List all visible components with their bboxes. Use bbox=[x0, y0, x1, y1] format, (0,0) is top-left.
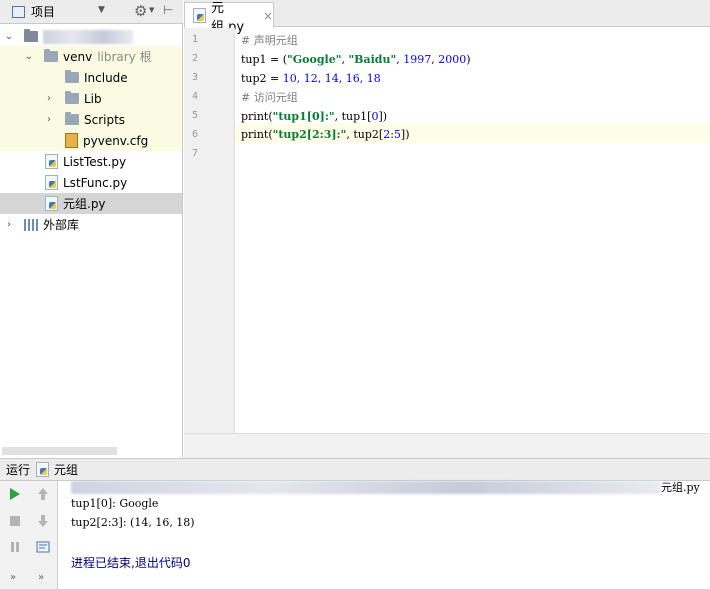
project-view-icon[interactable] bbox=[12, 5, 25, 18]
python-file-icon bbox=[45, 196, 58, 211]
tree-item-lstfunc[interactable]: LstFunc.py bbox=[0, 172, 182, 193]
tree-item-pyvenv[interactable]: pyvenv.cfg bbox=[0, 130, 182, 151]
line-number: 7 bbox=[191, 148, 198, 159]
line-number: 3 bbox=[191, 72, 198, 83]
ide-window: 项目 ▼ ⚙ ▼ ⊢ ⌄ ⌄ venv library 根 Include › … bbox=[0, 0, 710, 589]
code-line-5: print("tup1[0]:", tup1[0]) bbox=[241, 110, 388, 123]
exit-message: 进程已结束,退出代码0 bbox=[71, 556, 191, 570]
scroll-down-icon[interactable] bbox=[35, 513, 51, 529]
run-config-name[interactable]: 元组 bbox=[54, 461, 78, 478]
soft-wrap-icon[interactable] bbox=[35, 539, 51, 555]
tree-item-external-libs[interactable]: › 外部库 bbox=[0, 214, 182, 235]
library-root-hint: library 根 bbox=[97, 50, 152, 64]
python-file-icon bbox=[45, 154, 58, 169]
project-panel-title[interactable]: 项目 bbox=[31, 3, 55, 20]
gear-icon[interactable]: ⚙ bbox=[134, 2, 147, 20]
tree-item-include[interactable]: Include bbox=[0, 67, 182, 88]
code-line-2: tup1 = ("Google", "Baidu", 1997, 2000) bbox=[241, 53, 471, 66]
chevron-right-icon[interactable]: › bbox=[44, 93, 54, 104]
config-file-icon bbox=[65, 133, 78, 148]
tree-item-label: LstFunc.py bbox=[63, 175, 128, 190]
command-tail: 元组.py bbox=[661, 481, 700, 494]
folder-icon bbox=[24, 29, 38, 42]
project-panel: 项目 ▼ ⚙ ▼ ⊢ ⌄ ⌄ venv library 根 Include › … bbox=[0, 0, 183, 458]
python-config-icon bbox=[36, 462, 50, 477]
scroll-up-icon[interactable] bbox=[35, 486, 51, 502]
chevron-right-icon[interactable]: › bbox=[4, 219, 14, 230]
code-editor[interactable]: # 声明元组 tup1 = ("Google", "Baidu", 1997, … bbox=[235, 28, 710, 433]
line-number: 4 bbox=[191, 91, 198, 102]
code-line-1: # 声明元组 bbox=[241, 34, 298, 47]
collapse-panel-icon[interactable]: ⊢ bbox=[163, 3, 173, 17]
tree-item-label: Include bbox=[84, 70, 128, 85]
folder-icon bbox=[65, 91, 79, 104]
project-panel-header: 项目 ▼ ⚙ ▼ ⊢ bbox=[0, 0, 183, 24]
code-line-6: print("tup2[2:3]:", tup2[2:5]) bbox=[241, 128, 410, 141]
expand-right-icon[interactable]: » bbox=[38, 572, 44, 583]
tree-item-label: 外部库 bbox=[43, 218, 80, 232]
tab-tuple-py[interactable]: 元组.py × bbox=[184, 1, 274, 35]
line-number: 6 bbox=[191, 129, 198, 140]
run-toolbar: » » bbox=[0, 481, 58, 589]
tree-root[interactable]: ⌄ bbox=[0, 26, 182, 47]
stop-icon[interactable] bbox=[7, 513, 23, 529]
chevron-right-icon[interactable]: › bbox=[44, 114, 54, 125]
python-file-icon bbox=[45, 175, 58, 190]
code-line-4: # 访问元组 bbox=[241, 91, 298, 104]
python-file-icon bbox=[193, 8, 206, 23]
tree-item-label: venv bbox=[63, 49, 93, 64]
tree-item-lib[interactable]: › Lib bbox=[0, 88, 182, 109]
output-line-1: tup1[0]: Google bbox=[71, 497, 159, 510]
pause-icon[interactable] bbox=[7, 539, 23, 555]
tree-item-listtest[interactable]: ListTest.py bbox=[0, 151, 182, 172]
tree-item-tuple-py[interactable]: 元组.py bbox=[0, 193, 182, 214]
tree-item-label: pyvenv.cfg bbox=[83, 133, 149, 148]
output-line-2: tup2[2:3]: (14, 16, 18) bbox=[71, 516, 195, 529]
tree-item-label: 元组.py bbox=[63, 197, 106, 211]
line-number: 1 bbox=[191, 34, 198, 45]
editor-gutter: 1 2 3 4 5 6 7 bbox=[184, 28, 235, 433]
folder-icon bbox=[65, 112, 79, 125]
run-panel-header: 运行 元组 bbox=[0, 458, 710, 481]
gear-dropdown-icon[interactable]: ▼ bbox=[149, 6, 154, 14]
run-panel-label[interactable]: 运行 bbox=[6, 461, 30, 478]
folder-icon bbox=[44, 49, 58, 62]
tree-item-label: Scripts bbox=[84, 112, 126, 127]
rerun-icon[interactable] bbox=[7, 486, 23, 502]
tree-item-label: ListTest.py bbox=[63, 154, 127, 169]
chevron-down-icon[interactable]: ⌄ bbox=[4, 31, 14, 42]
library-icon bbox=[24, 218, 38, 231]
code-line-3: tup2 = 10, 12, 14, 16, 18 bbox=[241, 72, 381, 85]
line-number: 2 bbox=[191, 53, 198, 64]
tree-item-label: Lib bbox=[84, 91, 102, 106]
expand-left-icon[interactable]: » bbox=[10, 572, 16, 583]
project-root-name bbox=[43, 29, 133, 44]
line-number: 5 bbox=[191, 110, 198, 121]
tree-item-scripts[interactable]: › Scripts bbox=[0, 109, 182, 130]
editor-hscrollbar[interactable] bbox=[184, 433, 710, 458]
command-path bbox=[71, 481, 661, 494]
close-icon[interactable]: × bbox=[263, 9, 273, 23]
chevron-down-icon[interactable]: ⌄ bbox=[24, 51, 34, 62]
project-hscrollbar[interactable] bbox=[2, 447, 117, 455]
tree-item-venv[interactable]: ⌄ venv library 根 bbox=[0, 46, 182, 67]
folder-icon bbox=[65, 70, 79, 83]
view-dropdown-icon[interactable]: ▼ bbox=[98, 5, 105, 15]
run-console[interactable]: 元组.py tup1[0]: Google tup2[2:3]: (14, 16… bbox=[59, 481, 710, 589]
